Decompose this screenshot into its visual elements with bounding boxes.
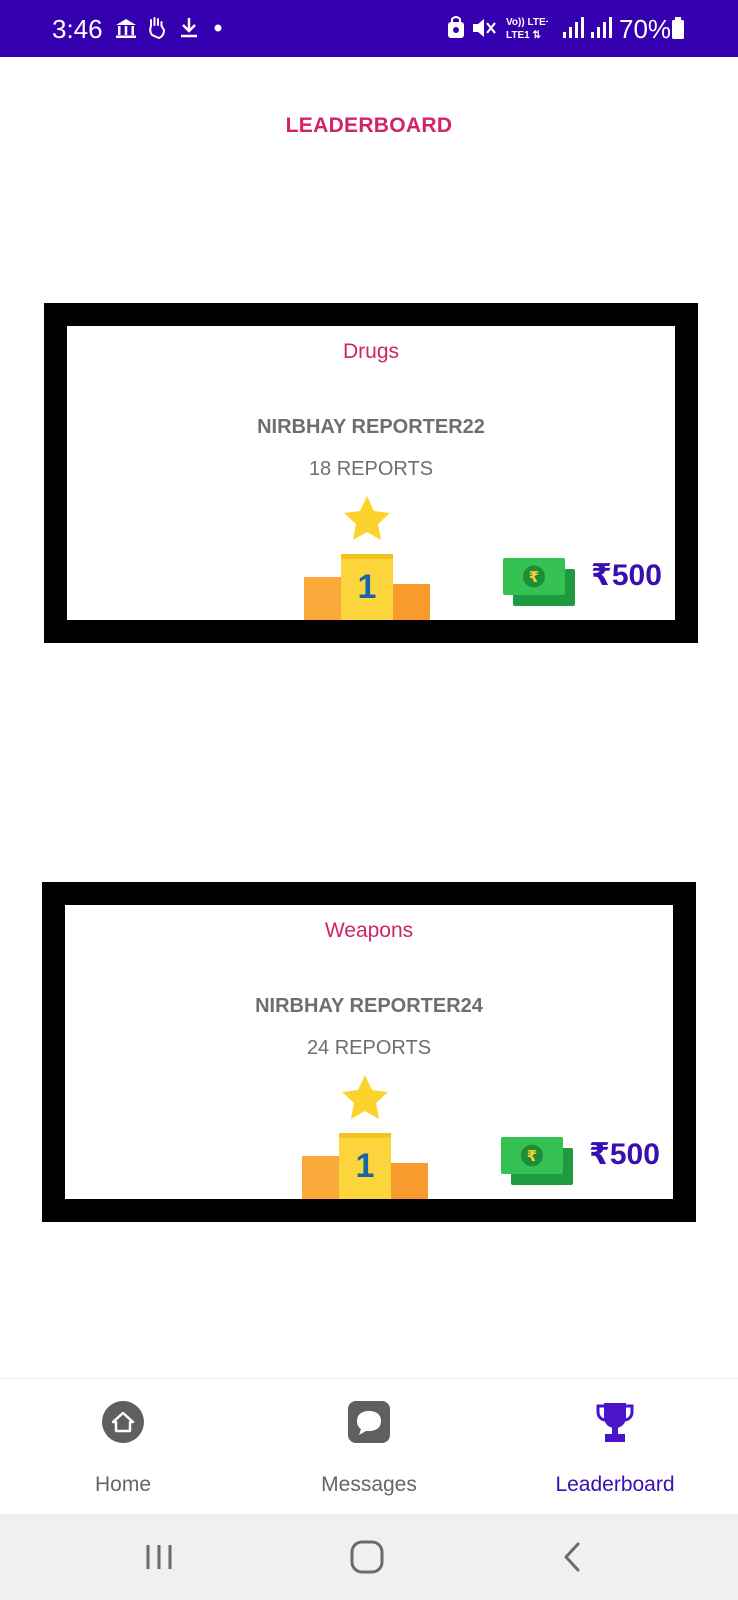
system-navigation-bar (0, 1514, 738, 1600)
card-report-count: 24 REPORTS (306, 1037, 432, 1059)
money-icon: ₹ (501, 1137, 573, 1185)
svg-text:₹: ₹ (529, 568, 539, 586)
card-category: Weapons (324, 919, 414, 942)
bottom-navigation: Home Messages Leaderboard (0, 1378, 738, 1515)
money-icon: ₹ (503, 558, 575, 606)
podium-icon: 1 (304, 496, 430, 620)
bank-icon (116, 19, 136, 38)
download-icon (181, 18, 197, 38)
status-time: 3:46 (52, 14, 103, 44)
svg-text:Vo)) LTE+: Vo)) LTE+ (506, 17, 548, 28)
podium-rank: 1 (356, 1147, 375, 1185)
home-icon (102, 1401, 144, 1443)
svg-text:LTE1 ⇅: LTE1 ⇅ (506, 30, 541, 41)
volte-icon: Vo)) LTE+ LTE1 ⇅ (506, 17, 548, 41)
podium-icon: 1 (302, 1075, 428, 1199)
battery-icon (672, 17, 684, 39)
card-content: Drugs NIRBHAY REPORTER22 18 REPORTS 1 ₹ … (67, 326, 675, 620)
card-content: Weapons NIRBHAY REPORTER24 24 REPORTS 1 … (65, 905, 673, 1199)
nav-leaderboard[interactable]: Leaderboard (492, 1379, 738, 1515)
signal-icon (591, 17, 612, 38)
battery-percent: 70% (619, 14, 672, 44)
leaderboard-card-drugs[interactable]: Drugs NIRBHAY REPORTER22 18 REPORTS 1 ₹ … (44, 303, 698, 643)
page-title: LEADERBOARD (285, 114, 453, 137)
nav-home[interactable]: Home (0, 1379, 246, 1515)
card-report-count: 18 REPORTS (308, 458, 434, 480)
signal-icon (563, 17, 584, 38)
recents-icon[interactable] (140, 1539, 180, 1575)
home-circle-icon[interactable] (347, 1539, 387, 1575)
status-bar: 3:46 Vo)) LTE+ LTE1 ⇅ 70% (0, 0, 738, 57)
back-icon[interactable] (554, 1539, 594, 1575)
prize-amount: ₹500 (589, 1138, 660, 1171)
prize-amount: ₹500 (591, 559, 662, 592)
nav-label-leaderboard: Leaderboard (555, 1473, 675, 1496)
podium-rank: 1 (358, 568, 377, 606)
card-category: Drugs (342, 340, 400, 363)
dot-icon (214, 24, 222, 32)
hand-icon (149, 17, 166, 40)
svg-text:₹: ₹ (527, 1147, 537, 1165)
trophy-icon (596, 1403, 634, 1442)
card-reporter-name: NIRBHAY REPORTER22 (257, 416, 485, 438)
lock-icon (448, 16, 464, 38)
message-icon (348, 1401, 390, 1443)
nav-label-home: Home (94, 1473, 152, 1496)
leaderboard-card-weapons[interactable]: Weapons NIRBHAY REPORTER24 24 REPORTS 1 … (42, 882, 696, 1222)
nav-label-messages: Messages (321, 1473, 417, 1496)
mute-icon (473, 19, 496, 37)
nav-messages[interactable]: Messages (246, 1379, 492, 1515)
card-reporter-name: NIRBHAY REPORTER24 (255, 995, 483, 1017)
